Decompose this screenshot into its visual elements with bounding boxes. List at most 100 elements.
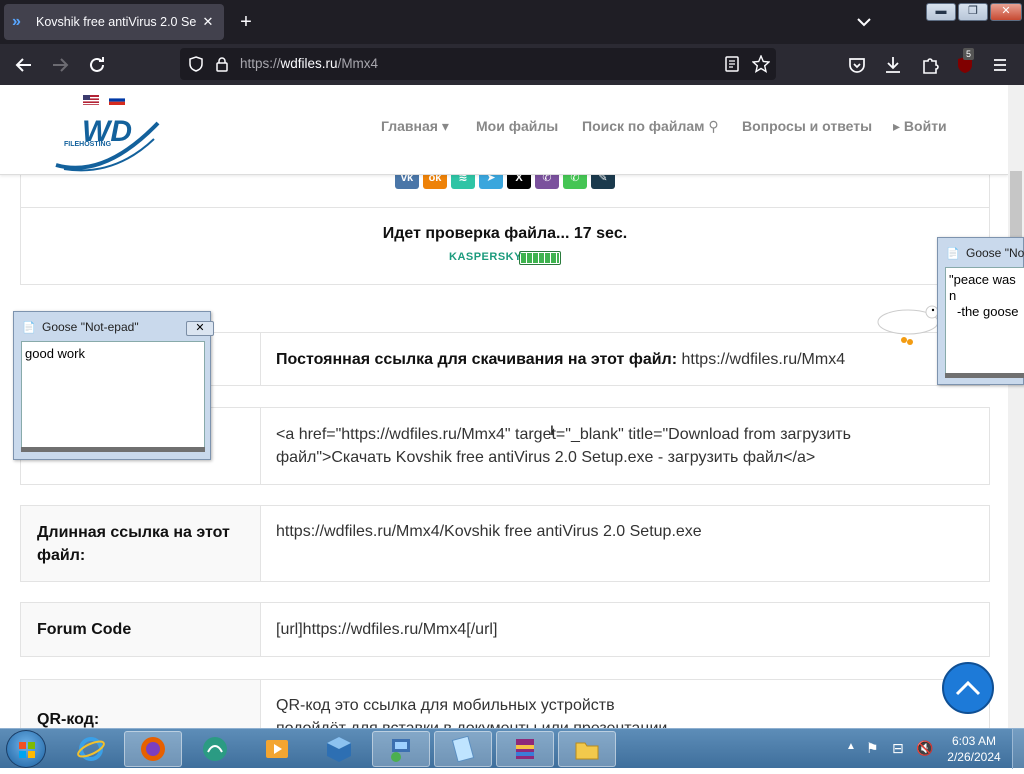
restore-button[interactable]: ❐ — [958, 3, 988, 21]
chevron-down-icon — [857, 18, 871, 27]
goose-notepad-window-right[interactable]: 📄 Goose "No "peace was n -the goose — [937, 237, 1024, 385]
notepad-icon: 📄 — [22, 322, 36, 334]
taskbar-clock[interactable]: 6:03 AM 2/26/2024 — [940, 733, 1008, 765]
download-icon — [886, 57, 900, 73]
taskbar-app-3[interactable] — [186, 731, 244, 767]
ublock-button[interactable]: 5 — [953, 48, 977, 77]
nav-my-files[interactable]: Мои файлы — [476, 118, 558, 134]
tab-title: Kovshik free antiVirus 2.0 Setup — [36, 15, 196, 29]
text-cursor-icon: I — [550, 422, 554, 438]
downloads-button[interactable] — [881, 53, 905, 77]
goose-close-button[interactable]: ✕ — [186, 321, 214, 336]
permalink-value[interactable]: Постоянная ссылка для скачивания на этот… — [276, 348, 845, 371]
taskbar-explorer[interactable] — [558, 731, 616, 767]
volume-muted-icon[interactable]: 🔇 — [916, 740, 933, 757]
site-logo[interactable]: WD FILEHOSTING — [54, 109, 162, 173]
browser-tab[interactable]: » Kovshik free antiVirus 2.0 Setup ✕ — [4, 4, 224, 40]
goose-text-line1: "peace was n — [949, 272, 1016, 303]
forum-code-label: Forum Code — [21, 603, 261, 656]
hamburger-menu-icon — [994, 59, 1006, 71]
lock-icon — [216, 57, 228, 72]
notepad-icon: 📄 — [946, 248, 960, 260]
flag-ru-icon[interactable] — [109, 95, 125, 105]
winrar-icon — [516, 739, 534, 759]
minimize-button[interactable]: ▬ — [926, 3, 956, 21]
action-center-flag-icon[interactable]: ⚑ — [866, 740, 879, 757]
internet-explorer-icon — [77, 737, 105, 761]
qr-code-label: QR-код: — [21, 680, 261, 728]
address-bar[interactable]: https://wdfiles.ru/Mmx4 — [180, 48, 776, 80]
back-button[interactable] — [12, 53, 36, 77]
network-computer-icon — [391, 739, 410, 762]
table-row-qr-code: QR-код: QR-код это ссылка для мобильных … — [20, 679, 990, 728]
list-all-tabs-button[interactable] — [852, 10, 876, 34]
status-bar — [945, 373, 1024, 378]
nav-home[interactable]: Главная ▾ — [381, 118, 449, 135]
nav-login[interactable]: ▸ Войти — [893, 118, 947, 135]
scan-progress-bar — [519, 251, 561, 265]
start-button[interactable] — [6, 730, 46, 768]
taskbar-winrar[interactable] — [496, 731, 554, 767]
notepad-app-icon — [451, 735, 475, 763]
reload-button[interactable] — [85, 53, 109, 77]
flag-us-icon[interactable] — [83, 95, 99, 105]
clock-time: 6:03 AM — [951, 734, 997, 748]
pocket-button[interactable] — [845, 53, 869, 77]
url-scheme: https:// — [240, 56, 281, 71]
goose-notepad-title: Goose "No — [966, 246, 1024, 260]
firefox-icon — [141, 737, 165, 761]
html-code-line1: <a href="https://wdfiles.ru/Mmx4" target… — [276, 426, 851, 443]
new-tab-button[interactable]: + — [234, 10, 258, 34]
network-icon[interactable]: ⊟ — [892, 740, 904, 757]
qr-line1: QR-код это ссылка для мобильных устройст… — [276, 697, 615, 714]
site-favicon-icon: » — [12, 13, 21, 30]
goose-notepad-text[interactable]: good work — [21, 341, 205, 450]
site-header: WD FILEHOSTING Главная ▾ Мои файлы Поиск… — [0, 85, 1008, 175]
taskbar-virtualbox[interactable] — [310, 731, 368, 767]
windows-taskbar: ▲ ⚑ ⊟ 🔇 6:03 AM 2/26/2024 — [0, 728, 1024, 769]
forward-button[interactable] — [48, 53, 72, 77]
logo-subtext: FILEHOSTING — [64, 141, 112, 148]
html-code-line2: файл">Скачать Kovshik free antiVirus 2.0… — [276, 449, 816, 466]
shield-icon — [189, 56, 203, 72]
goose-notepad-window-left[interactable]: 📄 Goose "Not-epad" ✕ good work — [13, 311, 214, 460]
taskbar-notepad[interactable] — [434, 731, 492, 767]
media-player-icon — [266, 740, 288, 758]
caret-down-icon: ▾ — [441, 118, 449, 134]
arrow-left-icon — [15, 58, 31, 72]
html-code-value[interactable]: <a href="https://wdfiles.ru/Mmx4" target… — [276, 423, 851, 469]
permalink-url[interactable]: https://wdfiles.ru/Mmx4 — [682, 351, 846, 368]
url-text[interactable]: https://wdfiles.ru/Mmx4 — [240, 56, 378, 71]
arrow-right-icon — [53, 58, 69, 72]
menu-button[interactable] — [988, 53, 1012, 77]
forum-code-value[interactable]: [url]https://wdfiles.ru/Mmx4[/url] — [276, 618, 497, 641]
table-row-long-link: Длинная ссылка на этот файл: https://wdf… — [20, 505, 990, 582]
qr-code-description: QR-код это ссылка для мобильных устройст… — [276, 694, 667, 728]
kaspersky-logo: KASPERSKY — [449, 251, 522, 263]
bookmark-star-icon — [752, 55, 770, 73]
taskbar-firefox[interactable] — [124, 731, 182, 767]
permalink-label: Постоянная ссылка для скачивания на этот… — [276, 351, 678, 368]
url-path: /Mmx4 — [337, 56, 379, 71]
windows-logo-icon — [19, 742, 35, 758]
nav-search-files[interactable]: Поиск по файлам ⚲ — [582, 118, 719, 135]
nav-search-label: Поиск по файлам — [582, 118, 705, 134]
goose-notepad-text[interactable]: "peace was n -the goose — [945, 267, 1024, 377]
goose-notepad-title: Goose "Not-epad" — [42, 320, 139, 334]
taskbar-internet-explorer[interactable] — [62, 731, 120, 767]
show-desktop-button[interactable] — [1012, 729, 1024, 769]
extensions-button[interactable] — [918, 53, 942, 77]
taskbar-media-player[interactable] — [248, 731, 306, 767]
long-link-value[interactable]: https://wdfiles.ru/Mmx4/Kovshik free ant… — [276, 520, 702, 543]
navigation-toolbar: https://wdfiles.ru/Mmx4 5 — [0, 44, 1024, 85]
close-window-button[interactable]: ✕ — [990, 3, 1022, 21]
close-tab-icon[interactable]: ✕ — [200, 14, 216, 30]
pocket-icon — [849, 58, 865, 73]
taskbar-network-app[interactable] — [372, 731, 430, 767]
nav-faq[interactable]: Вопросы и ответы — [742, 118, 872, 134]
page-scrollbar[interactable] — [1008, 85, 1024, 728]
scroll-to-top-button[interactable] — [942, 662, 994, 714]
show-hidden-icons-button[interactable]: ▲ — [846, 741, 856, 752]
long-link-label: Длинная ссылка на этот файл: — [21, 506, 261, 581]
virtualbox-icon — [327, 737, 351, 762]
